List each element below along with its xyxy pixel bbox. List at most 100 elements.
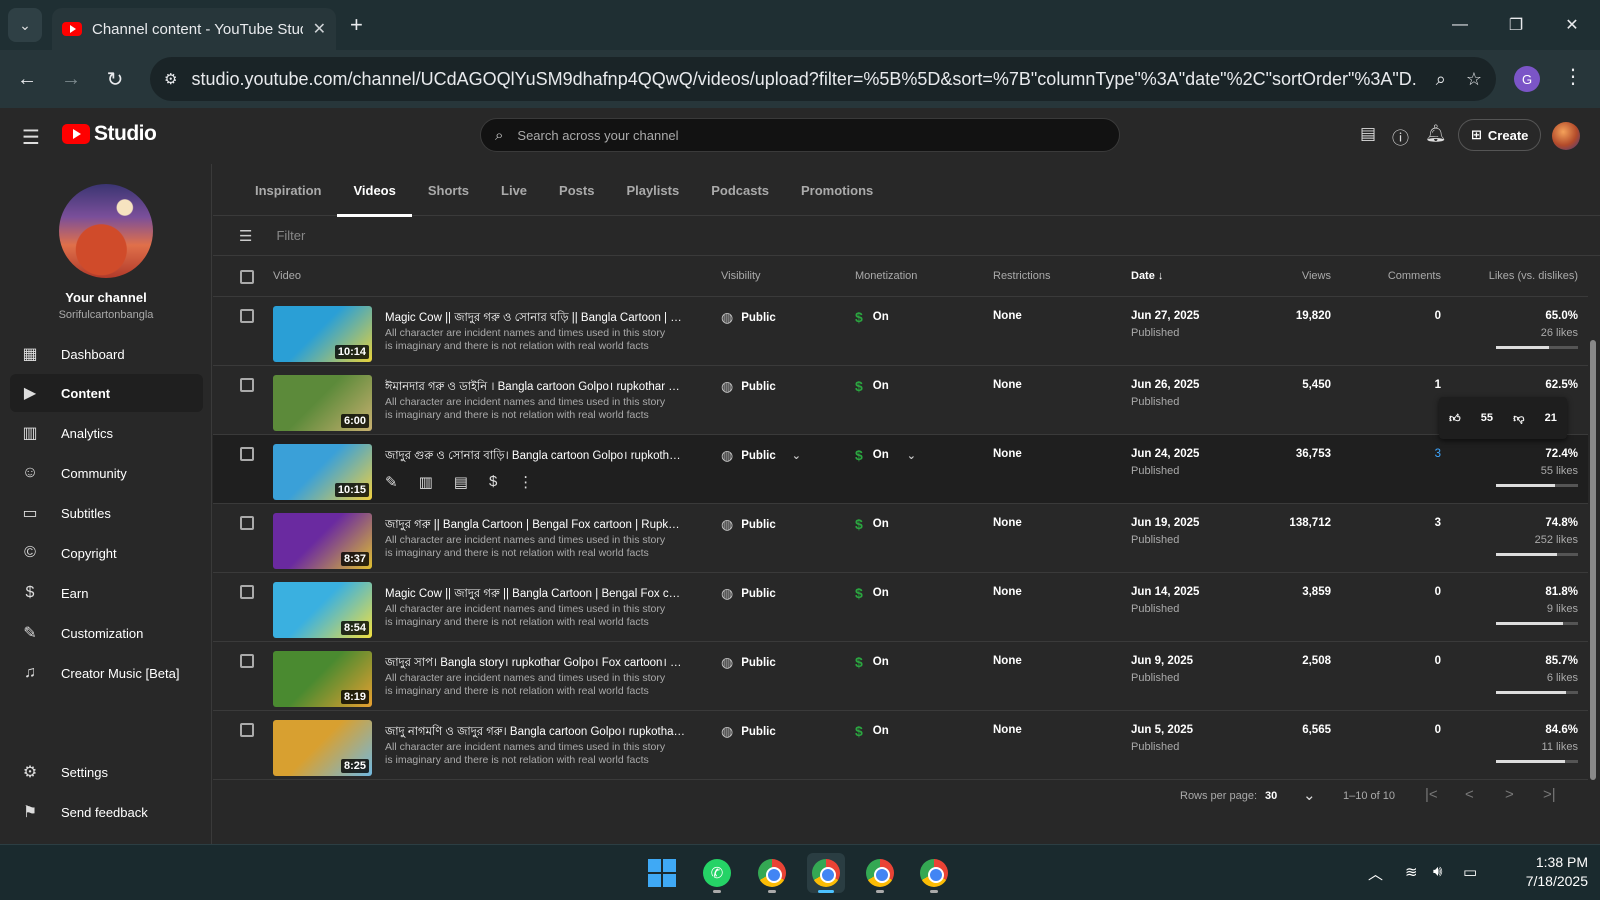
column-views[interactable]: Views <box>1302 270 1331 282</box>
rows-dropdown-chevron-icon[interactable]: ⌄ <box>1303 786 1316 804</box>
tray-overflow-chevron-icon[interactable]: ︿ <box>1368 863 1383 884</box>
video-title[interactable]: জাদুর গরু || Bangla Cartoon | Bengal Fox… <box>385 516 685 535</box>
row-checkbox[interactable] <box>240 585 254 599</box>
taskbar-clock[interactable]: 1:38 PM 7/18/2025 <box>1498 853 1588 891</box>
monetization-dropdown-chevron-icon[interactable]: ⌄ <box>907 449 916 462</box>
sidebar-item-creator-music[interactable]: ♫ Creator Music [Beta] <box>10 654 203 692</box>
row-checkbox[interactable] <box>240 654 254 668</box>
first-page-icon[interactable]: |< <box>1425 786 1438 803</box>
more-options-icon[interactable]: ⋮ <box>518 473 533 491</box>
close-window-button[interactable]: ✕ <box>1544 0 1600 50</box>
channel-avatar[interactable] <box>59 184 153 278</box>
sidebar-item-send-feedback[interactable]: ⚑ Send feedback <box>10 793 203 831</box>
sidebar-item-community[interactable]: ☺ Community <box>10 454 203 492</box>
prev-page-icon[interactable]: < <box>1465 786 1474 803</box>
tab-close-icon[interactable]: ✕ <box>313 19 326 39</box>
url-text[interactable]: studio.youtube.com/channel/UCdAGOQlYuSM9… <box>191 69 1415 90</box>
hamburger-menu-icon[interactable]: ☰ <box>22 125 40 150</box>
tab-podcasts[interactable]: Podcasts <box>695 164 785 216</box>
row-checkbox[interactable] <box>240 309 254 323</box>
browser-menu-icon[interactable]: ⋮ <box>1563 64 1583 89</box>
next-page-icon[interactable]: > <box>1505 786 1514 803</box>
visibility-dropdown-chevron-icon[interactable]: ⌄ <box>792 449 801 462</box>
video-thumbnail[interactable]: 10:15 <box>273 444 372 500</box>
restore-button[interactable]: ❐ <box>1488 0 1544 50</box>
column-monetization[interactable]: Monetization <box>855 270 917 282</box>
forward-button[interactable]: → <box>56 64 86 94</box>
column-restrictions[interactable]: Restrictions <box>993 270 1050 282</box>
rows-per-page-value[interactable]: 30 <box>1265 790 1277 802</box>
visibility-cell[interactable]: ◍ Public ⌄ <box>721 447 801 464</box>
sidebar-item-earn[interactable]: $ Earn <box>10 574 203 612</box>
sidebar-item-settings[interactable]: ⚙ Settings <box>10 753 203 791</box>
sidebar-item-content[interactable]: ▶ Content <box>10 374 203 412</box>
table-row[interactable]: 10:15 জাদুর গুরু ও সোনার বাড়ি। Bangla c… <box>213 435 1588 504</box>
messages-icon[interactable]: ▤ <box>1360 124 1376 144</box>
table-row[interactable]: 6:00 ঈমানদার গরু ও ডাইনি । Bangla cartoo… <box>213 366 1588 435</box>
content-scrollbar[interactable] <box>1590 340 1596 780</box>
address-bar[interactable]: ⚙ studio.youtube.com/channel/UCdAGOQlYuS… <box>150 57 1496 101</box>
zoom-icon[interactable]: ⌕ <box>1436 69 1446 90</box>
tab-playlists[interactable]: Playlists <box>610 164 695 216</box>
sidebar-item-analytics[interactable]: ▥ Analytics <box>10 414 203 452</box>
table-row[interactable]: 10:14 Magic Cow || জাদুর গরু ও সোনার ঘড়… <box>213 297 1588 366</box>
video-thumbnail[interactable]: 8:19 <box>273 651 372 707</box>
video-title[interactable]: জাদুর গুরু ও সোনার বাড়ি। Bangla cartoon… <box>385 447 685 466</box>
row-checkbox[interactable] <box>240 447 254 461</box>
browser-tab[interactable]: Channel content - YouTube Studio ✕ <box>52 8 336 50</box>
sidebar-item-customization[interactable]: ✎ Customization <box>10 614 203 652</box>
new-tab-button[interactable]: + <box>350 12 363 38</box>
taskbar-whatsapp[interactable]: ✆ <box>698 853 736 893</box>
start-button[interactable] <box>643 853 681 893</box>
comments-value[interactable]: 3 <box>1435 448 1441 460</box>
select-all-checkbox[interactable] <box>240 270 254 284</box>
video-title[interactable]: Magic Cow || জাদুর গরু ও সোনার ঘড়ি || B… <box>385 309 685 328</box>
sidebar-item-copyright[interactable]: © Copyright <box>10 534 203 572</box>
tab-shorts[interactable]: Shorts <box>412 164 485 216</box>
video-title[interactable]: ঈমানদার গরু ও ডাইনি । Bangla cartoon Gol… <box>385 378 685 397</box>
column-date[interactable]: Date ↓ <box>1131 270 1163 282</box>
tab-inspiration[interactable]: Inspiration <box>239 164 337 216</box>
table-row[interactable]: 8:25 জাদু নাগমণি ও জাদুর গরু। Bangla car… <box>213 711 1588 780</box>
taskbar-chrome-1[interactable] <box>753 853 791 893</box>
video-thumbnail[interactable]: 8:54 <box>273 582 372 638</box>
row-checkbox[interactable] <box>240 378 254 392</box>
wifi-icon[interactable]: ≋ <box>1405 863 1418 881</box>
taskbar-chrome-3[interactable] <box>861 853 899 893</box>
comments-icon[interactable]: ▤ <box>454 473 468 491</box>
account-avatar[interactable] <box>1552 122 1580 150</box>
back-button[interactable]: ← <box>12 64 42 94</box>
tab-videos[interactable]: Videos <box>337 164 413 217</box>
sidebar-item-dashboard[interactable]: ▦ Dashboard <box>10 335 203 373</box>
video-title[interactable]: জাদু নাগমণি ও জাদুর গরু। Bangla cartoon … <box>385 723 685 742</box>
notifications-bell-icon[interactable]: 🔔︎ <box>1425 124 1447 144</box>
edit-pencil-icon[interactable]: ✎ <box>385 473 398 491</box>
video-thumbnail[interactable]: 8:25 <box>273 720 372 776</box>
column-comments[interactable]: Comments <box>1388 270 1441 282</box>
row-checkbox[interactable] <box>240 723 254 737</box>
volume-icon[interactable]: 🔊︎ <box>1433 863 1442 880</box>
bookmark-star-icon[interactable]: ☆ <box>1466 69 1482 90</box>
site-info-icon[interactable]: ⚙ <box>164 70 177 88</box>
browser-profile-avatar[interactable]: G <box>1514 66 1540 92</box>
video-thumbnail[interactable]: 8:37 <box>273 513 372 569</box>
monetization-cell[interactable]: $ On ⌄ <box>855 447 916 463</box>
create-button[interactable]: ⊞ Create <box>1458 119 1542 151</box>
last-page-icon[interactable]: >| <box>1543 786 1556 803</box>
sidebar-item-subtitles[interactable]: ▭ Subtitles <box>10 494 203 532</box>
tab-posts[interactable]: Posts <box>543 164 610 216</box>
taskbar-chrome-2[interactable] <box>807 853 845 893</box>
tab-live[interactable]: Live <box>485 164 543 216</box>
monetization-dollar-icon[interactable]: $ <box>489 473 497 491</box>
filter-icon[interactable]: ☰ <box>239 227 252 245</box>
help-icon[interactable]: ⓘ <box>1392 124 1409 149</box>
reload-button[interactable]: ↻ <box>100 64 130 94</box>
video-thumbnail[interactable]: 10:14 <box>273 306 372 362</box>
search-input[interactable] <box>517 127 1105 143</box>
taskbar-chrome-4[interactable] <box>915 853 953 893</box>
column-visibility[interactable]: Visibility <box>721 270 761 282</box>
column-likes[interactable]: Likes (vs. dislikes) <box>1489 270 1578 282</box>
analytics-bar-icon[interactable]: ▥ <box>419 473 433 491</box>
table-row[interactable]: 8:19 জাদুর সাপ। Bangla story। rupkothar … <box>213 642 1588 711</box>
minimize-button[interactable]: — <box>1432 0 1488 50</box>
